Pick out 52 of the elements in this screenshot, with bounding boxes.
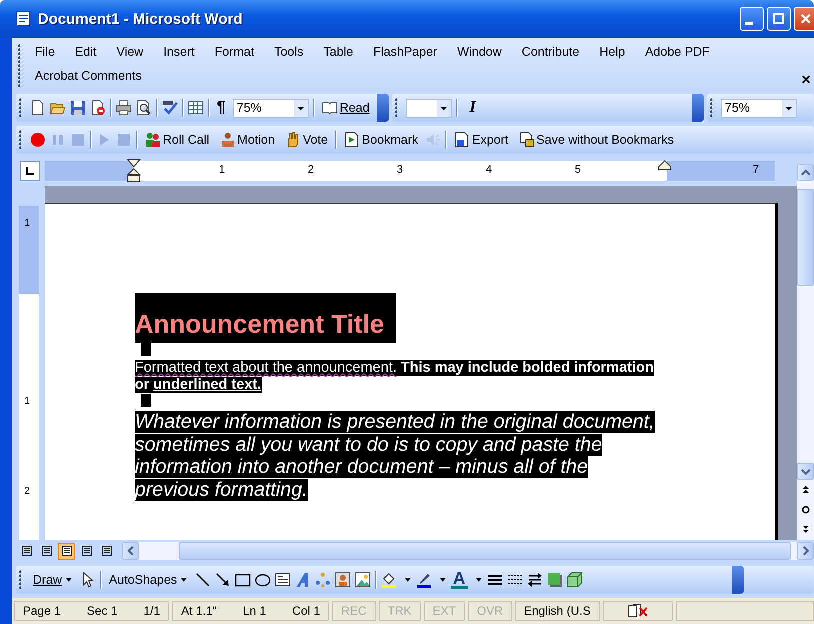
menu-item[interactable]: Adobe PDF	[635, 40, 720, 64]
zoom-dropdown[interactable]: 75%	[232, 98, 309, 118]
status-text: TRK	[388, 604, 412, 618]
autoshapes-menu-button[interactable]: AutoShapes	[106, 569, 192, 591]
menu-item[interactable]: View	[106, 40, 154, 64]
status-text: English (U.S	[524, 604, 591, 618]
status-text: Col 1	[292, 604, 320, 618]
menu-item[interactable]: Edit	[65, 40, 107, 64]
ruler-number: 4	[486, 164, 492, 176]
italic-button[interactable]: I	[462, 97, 484, 119]
status-text: Sec 1	[87, 604, 118, 618]
font-color-button[interactable]: A	[451, 571, 468, 589]
ruler-number: 1	[24, 396, 30, 407]
paragraph: Formatted text about the announcement. This may include bolded information or underlined text.	[135, 360, 655, 394]
show-formatting-button[interactable]: ¶	[214, 97, 229, 119]
read-button[interactable]: Read	[318, 97, 373, 119]
paragraph: Whatever information is presented in the original document, sometimes all you want to do is to copy and paste the information into another document – minus all of the previous formatting.	[135, 411, 656, 501]
status-text: EXT	[432, 604, 456, 618]
status-text: REC	[341, 604, 367, 618]
vote-button[interactable]: Vote	[282, 129, 332, 151]
ruler-number: 7	[752, 164, 760, 176]
menu-item[interactable]: Table	[314, 40, 364, 64]
status-text: At 1.1"	[181, 604, 218, 618]
save-without-bookmarks-button[interactable]: Save without Bookmarks	[516, 129, 678, 151]
menu-item[interactable]: Tools	[264, 40, 314, 64]
status-text: OVR	[477, 604, 504, 618]
menu-item[interactable]: File	[25, 40, 66, 64]
bookmark-button[interactable]: Bookmark	[341, 129, 422, 151]
status-text: Ln 1	[243, 604, 266, 618]
draw-menu-button[interactable]: Draw	[30, 569, 76, 591]
motion-button[interactable]: Motion	[216, 129, 278, 151]
menu-item[interactable]: Help	[590, 40, 636, 64]
ruler-number: 2	[24, 486, 30, 497]
menu-item[interactable]: Contribute	[512, 40, 590, 64]
ruler-number: 3	[396, 164, 404, 176]
window-title: Document1 - Microsoft Word	[38, 10, 244, 28]
menu-item[interactable]: Insert	[154, 40, 205, 64]
document-title: Announcement Title	[135, 293, 396, 343]
close-document-button[interactable]: ×	[798, 72, 814, 90]
ruler-number: 1	[218, 164, 226, 176]
menu-item[interactable]: Acrobat Comments	[25, 64, 152, 88]
ruler-number: 1	[24, 218, 30, 229]
ruler-number: 5	[574, 164, 582, 176]
menu-item[interactable]: Format	[204, 40, 264, 64]
export-button[interactable]: Export	[451, 129, 512, 151]
status-text: 1/1	[144, 604, 160, 618]
ruler-number: 2	[308, 164, 314, 176]
roll-call-button[interactable]: Roll Call	[142, 129, 213, 151]
zoom-dropdown[interactable]: 75%	[721, 98, 798, 118]
status-text: Page 1	[23, 604, 62, 618]
menu-item[interactable]: Window	[447, 40, 512, 64]
menu-item[interactable]: FlashPaper	[364, 40, 448, 64]
